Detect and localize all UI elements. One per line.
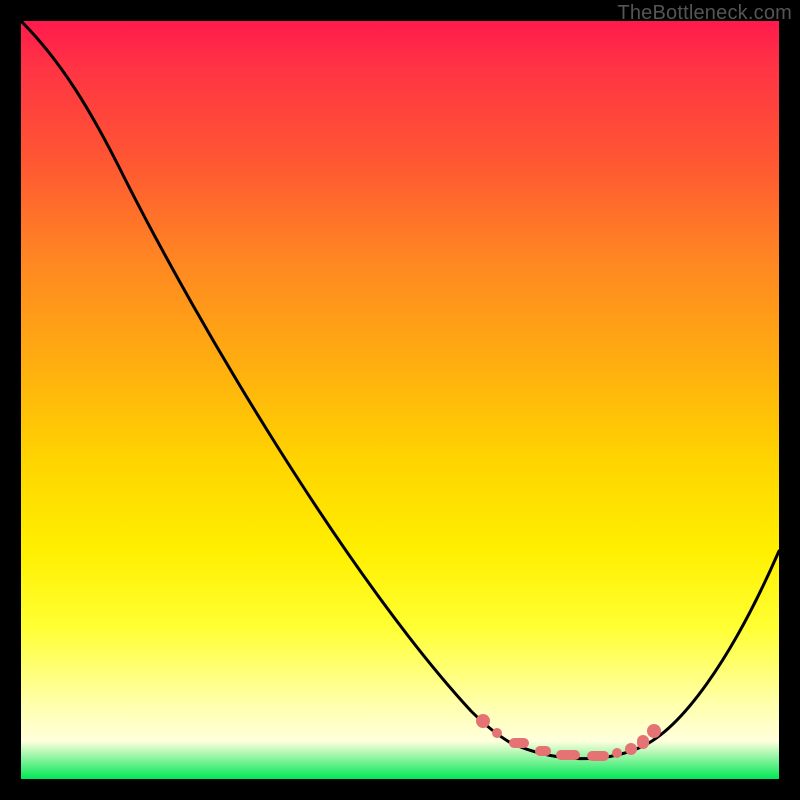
highlight-dash: [556, 750, 580, 760]
watermark-text: TheBottleneck.com: [617, 2, 792, 25]
highlight-dash: [587, 751, 609, 761]
highlight-dot: [647, 724, 661, 738]
highlight-dash: [637, 735, 649, 749]
bottleneck-curve-line: [21, 21, 779, 759]
highlight-dot: [612, 748, 622, 758]
bottleneck-chart-svg: [21, 21, 779, 779]
highlight-dash: [509, 738, 529, 748]
highlight-dash: [535, 746, 551, 756]
highlight-dot: [492, 728, 502, 738]
highlight-dot: [476, 714, 490, 728]
chart-plot-area: [21, 21, 779, 779]
highlight-dash: [625, 743, 637, 755]
